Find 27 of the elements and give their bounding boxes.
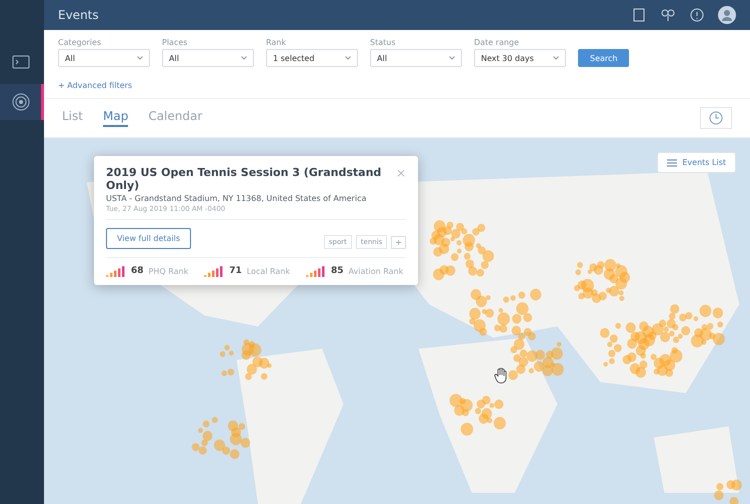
filter-dropdown[interactable]: All bbox=[58, 49, 150, 67]
filter-dropdown[interactable]: Next 30 days bbox=[474, 49, 566, 67]
rank-value: 71 bbox=[229, 266, 242, 276]
rank-value: 68 bbox=[131, 266, 144, 276]
filter-label: Categories bbox=[58, 38, 102, 47]
filter-label: Status bbox=[370, 38, 396, 47]
search-button[interactable]: Search bbox=[578, 49, 630, 67]
filter-label: Places bbox=[162, 38, 188, 47]
filter-label: Date range bbox=[474, 38, 520, 47]
filter-dropdown[interactable]: All bbox=[162, 49, 254, 67]
events-list-button[interactable]: Events List bbox=[657, 152, 736, 173]
view-tab[interactable]: Map bbox=[102, 109, 128, 127]
event-venue: USTA - Grandstand Stadium, NY 11368, United States of America bbox=[106, 194, 368, 203]
rank-value: 85 bbox=[331, 266, 344, 276]
view-tab[interactable]: Calendar bbox=[148, 109, 202, 127]
view-details-button[interactable]: View full details bbox=[106, 228, 192, 249]
page-title: Events bbox=[58, 8, 99, 22]
view-tab[interactable]: List bbox=[62, 109, 83, 127]
filter-dropdown[interactable]: 1 selected bbox=[266, 49, 358, 67]
more-tags-button[interactable]: + bbox=[391, 236, 406, 248]
event-title: 2019 US Open Tennis Session 3 (Grandstand Only) bbox=[106, 166, 382, 192]
filter-label: Rank bbox=[266, 38, 287, 47]
rank-label: Local Rank bbox=[246, 266, 290, 276]
advanced-filters-link[interactable]: + Advanced filters bbox=[58, 81, 132, 90]
rank-label: PHQ Rank bbox=[148, 266, 188, 276]
rank-label: Aviation Rank bbox=[348, 266, 404, 276]
filter-dropdown[interactable]: All bbox=[370, 49, 462, 67]
